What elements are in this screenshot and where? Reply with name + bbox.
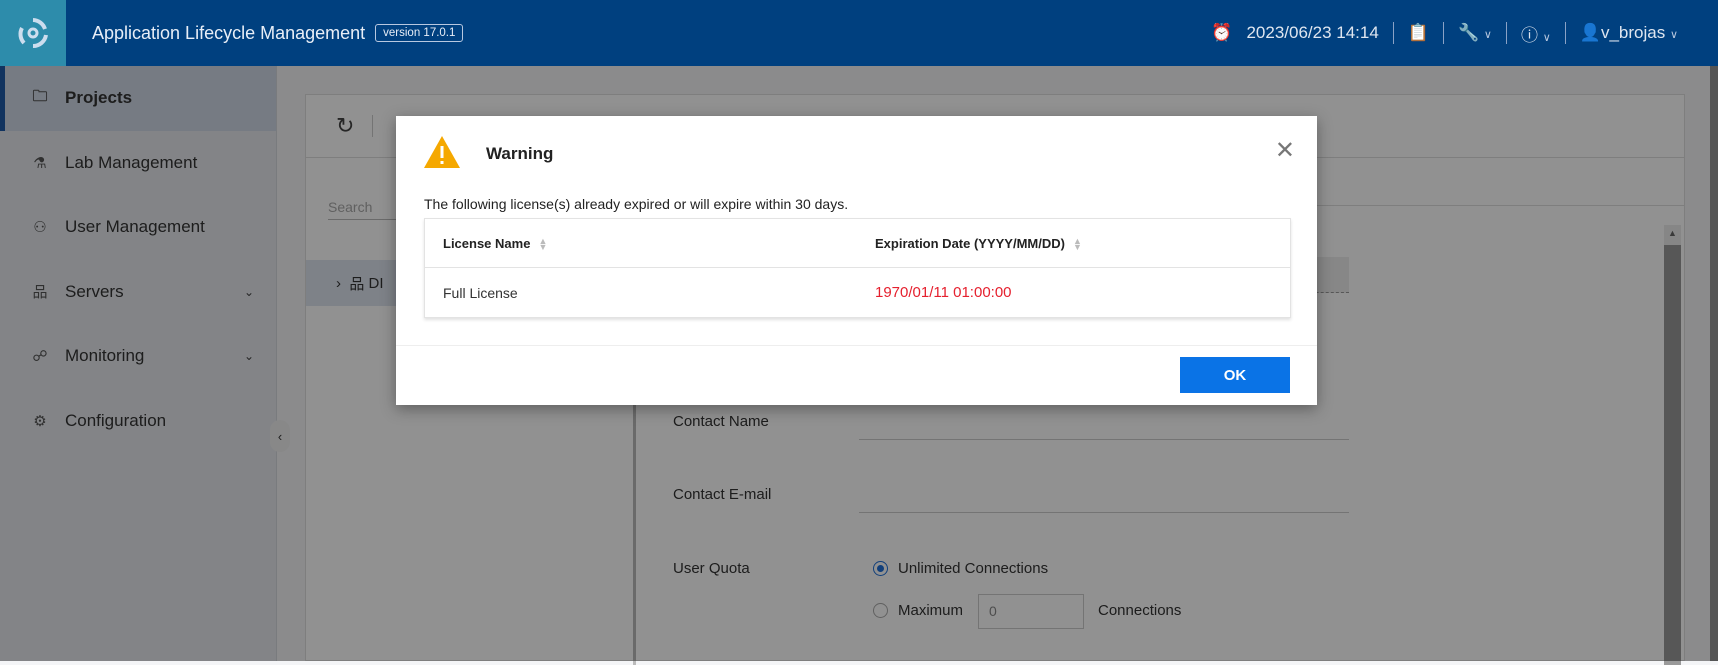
column-header-expiration-date[interactable]: Expiration Date (YYYY/MM/DD) ▲ ▼ (875, 235, 1290, 253)
help-icon: ⓘ (1520, 25, 1538, 45)
chevron-down-icon: ∨ (1542, 31, 1551, 44)
expiration-date-cell: 1970/01/11 01:00:00 (875, 284, 1012, 301)
close-icon[interactable]: ✕ (1275, 136, 1295, 165)
divider (1443, 22, 1444, 44)
logo-icon (18, 18, 48, 49)
chevron-down-icon: ∨ (1669, 29, 1678, 41)
dialog-footer-divider (396, 345, 1317, 346)
table-header: License Name ▲ ▼ Expiration Date (YYYY/MM/… (425, 219, 1290, 268)
window-edge (1710, 66, 1718, 661)
divider (1564, 22, 1566, 44)
sort-icon: ▲ ▼ (1072, 236, 1082, 253)
tools-menu[interactable]: 🔧 ∨ (1458, 23, 1492, 43)
wrench-icon: 🔧 (1458, 23, 1480, 42)
ok-button[interactable]: OK (1180, 357, 1290, 393)
column-label: Expiration Date (YYYY/MM/DD) (875, 235, 1065, 251)
app-title: Application Lifecycle Management (92, 22, 366, 43)
sort-icon: ▲ ▼ (538, 236, 548, 253)
username: v_brojas (1600, 23, 1666, 42)
user-menu[interactable]: 👤v_brojas ∨ (1580, 23, 1678, 43)
version-badge: version 17.0.1 (375, 24, 464, 42)
column-header-license-name[interactable]: License Name ▲ ▼ (425, 235, 875, 253)
warning-dialog: Warning ✕ The following license(s) alrea… (396, 116, 1317, 405)
divider (1505, 22, 1507, 44)
help-menu[interactable]: ⓘ ∨ (1521, 21, 1551, 46)
top-header: Application Lifecycle Management version… (0, 0, 1718, 66)
license-table: License Name ▲ ▼ Expiration Date (YYYY/MM/… (424, 218, 1291, 318)
app-logo[interactable] (0, 0, 66, 66)
server-datetime: 2023/06/23 14:14 (1246, 23, 1379, 42)
chevron-down-icon: ∨ (1483, 29, 1492, 41)
alarm-clock-icon: ⏰ (1211, 23, 1233, 42)
table-row: Full License 1970/01/11 01:00:00 (425, 268, 1290, 317)
warning-icon (424, 136, 460, 168)
dialog-message: The following license(s) already expired… (424, 196, 849, 212)
license-name-cell: Full License (443, 284, 518, 301)
column-label: License Name (443, 235, 531, 251)
divider (1392, 22, 1394, 44)
clipboard-icon[interactable]: 📋 (1408, 23, 1429, 43)
user-icon: 👤 (1579, 23, 1601, 42)
dialog-title: Warning (486, 144, 554, 163)
